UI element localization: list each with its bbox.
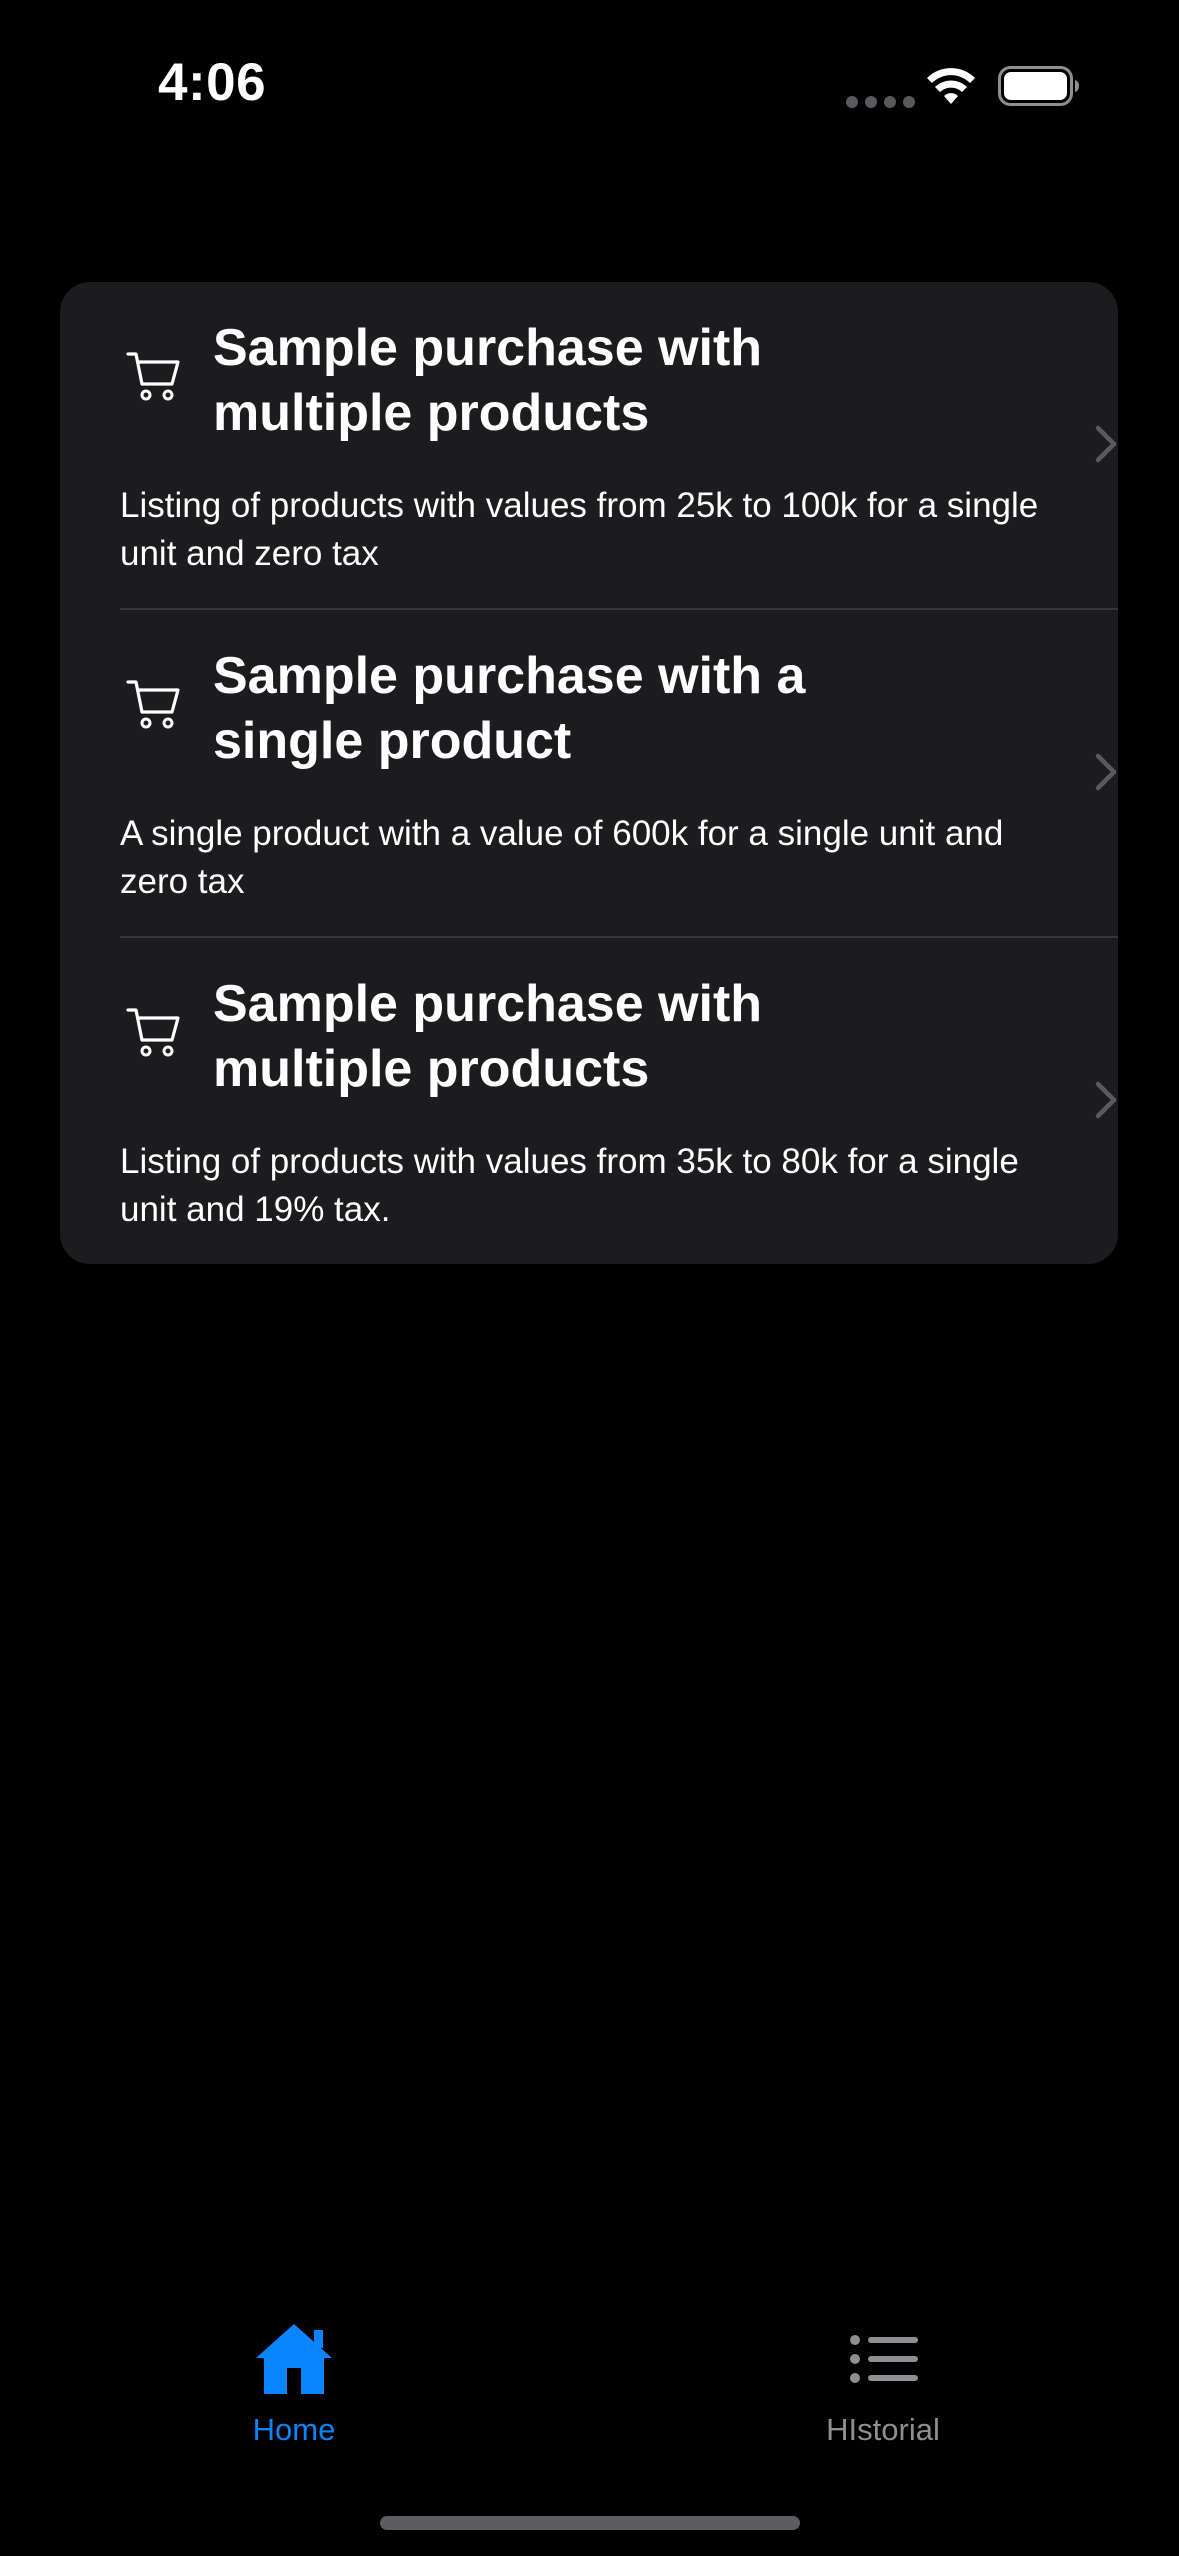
purchase-title: Sample purchase with a single product xyxy=(213,647,806,770)
tab-label-home: Home xyxy=(252,2412,336,2447)
purchase-title: Sample purchase with multiple products xyxy=(213,319,763,442)
chevron-right-icon xyxy=(1095,753,1117,791)
wifi-icon xyxy=(927,68,975,104)
house-icon xyxy=(256,2324,332,2394)
purchase-description: Listing of products with values from 25k… xyxy=(120,486,1039,573)
status-time: 4:06 xyxy=(158,53,267,112)
cellular-signal-icon xyxy=(846,96,915,108)
purchase-description: A single product with a value of 600k fo… xyxy=(120,814,1004,901)
purchase-description: Listing of products with values from 35k… xyxy=(120,1142,1019,1229)
list-icon xyxy=(850,2335,918,2383)
chevron-right-icon xyxy=(1095,425,1117,463)
tab-home[interactable]: Home xyxy=(144,2300,444,2460)
purchase-row-multiple-products-zero-tax[interactable]: Sample purchase with multiple products L… xyxy=(60,282,1118,610)
chevron-right-icon xyxy=(1095,1081,1117,1119)
purchase-list: Sample purchase with multiple products L… xyxy=(60,282,1118,1264)
status-bar: 4:06 xyxy=(0,0,1179,150)
cart-icon xyxy=(126,352,180,401)
purchase-title: Sample purchase with multiple products xyxy=(213,975,763,1098)
battery-icon xyxy=(998,66,1079,106)
purchase-row-multiple-products-tax[interactable]: Sample purchase with multiple products L… xyxy=(60,938,1118,1264)
cart-icon xyxy=(126,1008,180,1057)
home-indicator[interactable] xyxy=(380,2516,800,2530)
tab-label-historial: HIstorial xyxy=(826,2412,940,2447)
tab-historial[interactable]: HIstorial xyxy=(733,2300,1033,2460)
cart-icon xyxy=(126,680,180,729)
purchase-row-single-product[interactable]: Sample purchase with a single product A … xyxy=(60,610,1118,938)
